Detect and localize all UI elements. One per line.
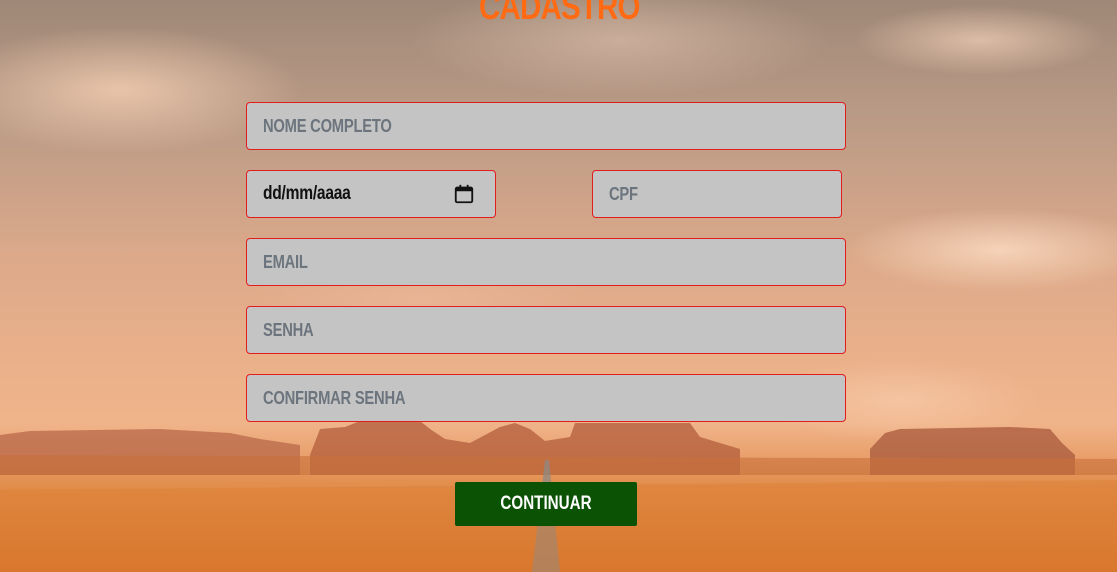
data-nascimento-field[interactable]: dd/mm/aaaa: [246, 170, 496, 218]
page-title: CADASTRO: [478, 0, 641, 27]
continuar-label: CONTINUAR: [500, 493, 592, 514]
nome-completo-placeholder: NOME COMPLETO: [263, 115, 392, 136]
email-placeholder: EMAIL: [263, 251, 308, 272]
cpf-field[interactable]: CPF: [592, 170, 842, 218]
nome-completo-field[interactable]: NOME COMPLETO: [246, 102, 846, 150]
confirmar-senha-field[interactable]: CONFIRMAR SENHA: [246, 374, 846, 422]
senha-placeholder: SENHA: [263, 319, 314, 340]
confirmar-senha-placeholder: CONFIRMAR SENHA: [263, 387, 406, 408]
senha-field[interactable]: SENHA: [246, 306, 846, 354]
date-value: dd/mm/aaaa: [263, 183, 351, 204]
email-field[interactable]: EMAIL: [246, 238, 846, 286]
calendar-icon[interactable]: [453, 183, 475, 205]
continuar-button[interactable]: CONTINUAR: [455, 482, 637, 526]
cpf-placeholder: CPF: [609, 183, 638, 204]
